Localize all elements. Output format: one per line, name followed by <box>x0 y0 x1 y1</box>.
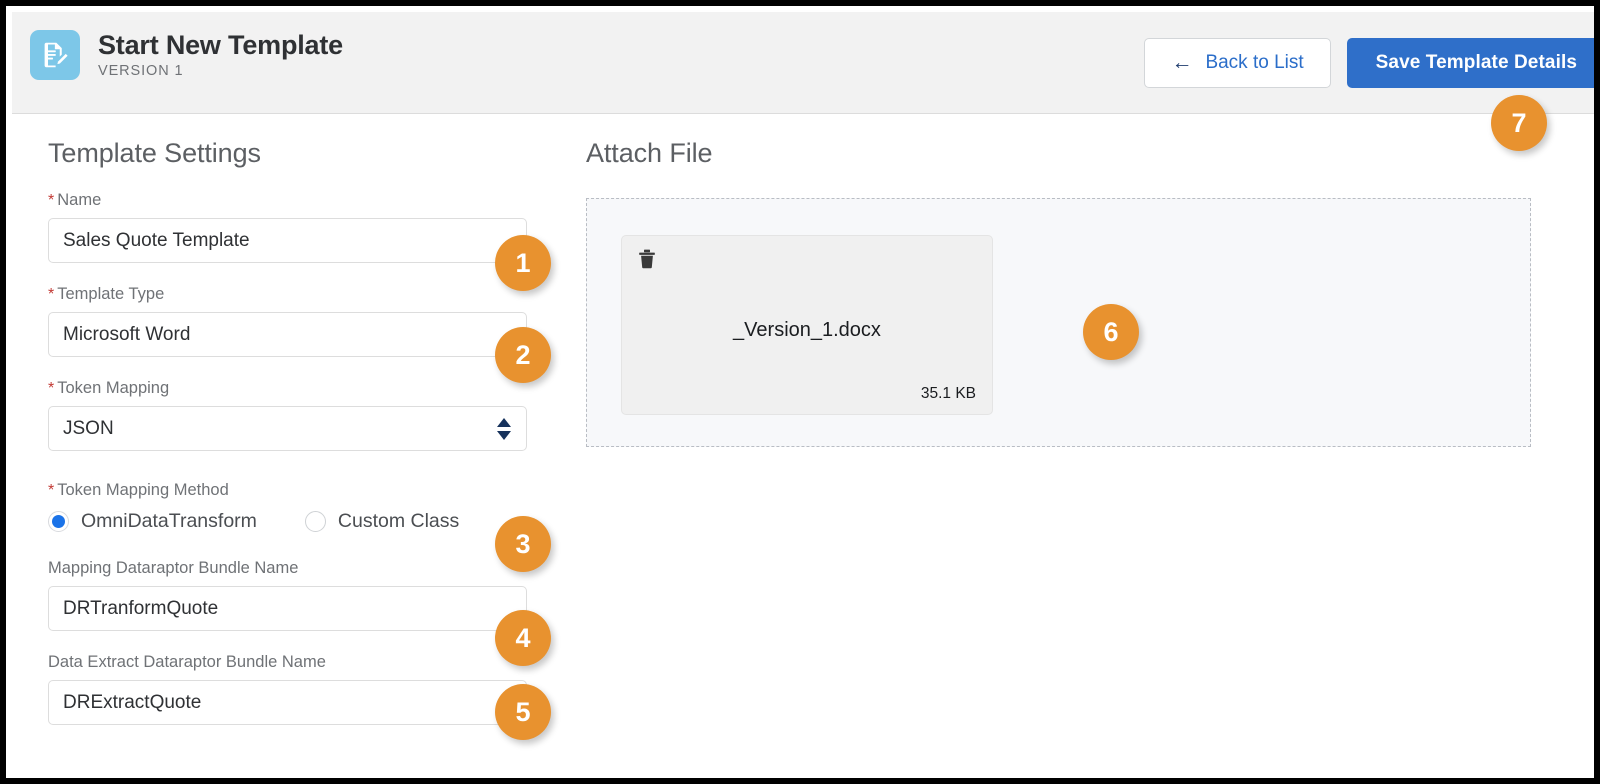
callout-badge-3: 3 <box>495 516 551 572</box>
file-dropzone[interactable]: _Version_1.docx 35.1 KB <box>586 198 1531 447</box>
attached-file-size: 35.1 KB <box>920 385 976 402</box>
trash-icon[interactable] <box>635 246 659 272</box>
field-extract-dataraptor-label: Data Extract Dataraptor Bundle Name <box>48 653 326 671</box>
extract-dataraptor-input[interactable] <box>48 680 527 725</box>
callout-badge-7: 7 <box>1491 95 1547 151</box>
attached-file-card[interactable]: _Version_1.docx 35.1 KB <box>621 235 993 415</box>
callout-badge-2: 2 <box>495 327 551 383</box>
save-template-details-button[interactable]: Save Template Details <box>1346 38 1594 88</box>
radio-custom-class-label: Custom Class <box>337 510 460 532</box>
template-settings-panel: Template Settings *Name *Template Type *… <box>48 138 548 725</box>
radio-indicator-unselected[interactable] <box>304 511 326 532</box>
field-mapping-dataraptor: Mapping Dataraptor Bundle Name <box>48 559 548 631</box>
back-to-list-button[interactable]: ← Back to List <box>1144 38 1331 88</box>
field-token-mapping: * Token Mapping <box>48 379 548 451</box>
radio-omnidatatransform-label: OmniDataTransform <box>81 510 257 532</box>
required-asterisk: * <box>48 286 55 303</box>
radio-custom-class[interactable]: Custom Class <box>304 510 460 533</box>
name-input[interactable] <box>48 218 527 263</box>
field-extract-dataraptor: Data Extract Dataraptor Bundle Name <box>48 653 548 725</box>
header-action-buttons: ← Back to List Save Template Details <box>1144 38 1594 88</box>
callout-badge-5: 5 <box>495 684 551 740</box>
page-content: Template Settings *Name *Template Type *… <box>12 114 1594 772</box>
document-edit-icon <box>30 30 80 80</box>
attach-file-panel: Attach File _Version_1.docx 35.1 KB <box>586 138 1594 447</box>
required-asterisk: * <box>48 192 55 209</box>
arrow-left-icon: ← <box>1171 50 1193 74</box>
template-type-input[interactable] <box>48 312 527 357</box>
template-settings-heading: Template Settings <box>48 138 261 168</box>
field-name-label: * Name <box>48 191 102 209</box>
required-asterisk: * <box>48 482 55 499</box>
field-token-mapping-method-label: * Token Mapping Method <box>48 481 229 499</box>
back-to-list-label: Back to List <box>1205 52 1304 73</box>
attach-file-heading: Attach File <box>586 138 713 168</box>
page-title: Start New Template <box>98 30 343 61</box>
field-template-type: * Template Type <box>48 285 548 357</box>
attached-file-name: _Version_1.docx <box>733 319 881 341</box>
radio-omnidatatransform[interactable]: OmniDataTransform <box>48 510 257 533</box>
required-asterisk: * <box>48 380 55 397</box>
token-mapping-select-wrapper <box>48 406 527 451</box>
header-identity: Start New Template VERSION 1 <box>30 30 343 80</box>
token-mapping-select[interactable] <box>48 406 527 451</box>
callout-badge-6: 6 <box>1083 304 1139 360</box>
callout-badge-1: 1 <box>495 235 551 291</box>
screenshot-frame: Start New Template VERSION 1 ← Back to L… <box>0 0 1600 784</box>
callout-badge-4: 4 <box>495 610 551 666</box>
field-token-mapping-label: * Token Mapping <box>48 379 170 397</box>
header-title-block: Start New Template VERSION 1 <box>98 30 343 79</box>
mapping-dataraptor-input[interactable] <box>48 586 527 631</box>
field-token-mapping-method: * Token Mapping Method OmniDataTransform … <box>48 481 548 533</box>
field-name: * Name <box>48 191 548 263</box>
radio-indicator-selected[interactable] <box>48 511 69 532</box>
page-version-label: VERSION 1 <box>98 62 184 79</box>
field-mapping-dataraptor-label: Mapping Dataraptor Bundle Name <box>48 559 299 577</box>
page-header: Start New Template VERSION 1 ← Back to L… <box>12 12 1594 114</box>
field-template-type-label: * Template Type <box>48 285 165 303</box>
token-mapping-method-radio-group: OmniDataTransform Custom Class <box>48 510 548 533</box>
